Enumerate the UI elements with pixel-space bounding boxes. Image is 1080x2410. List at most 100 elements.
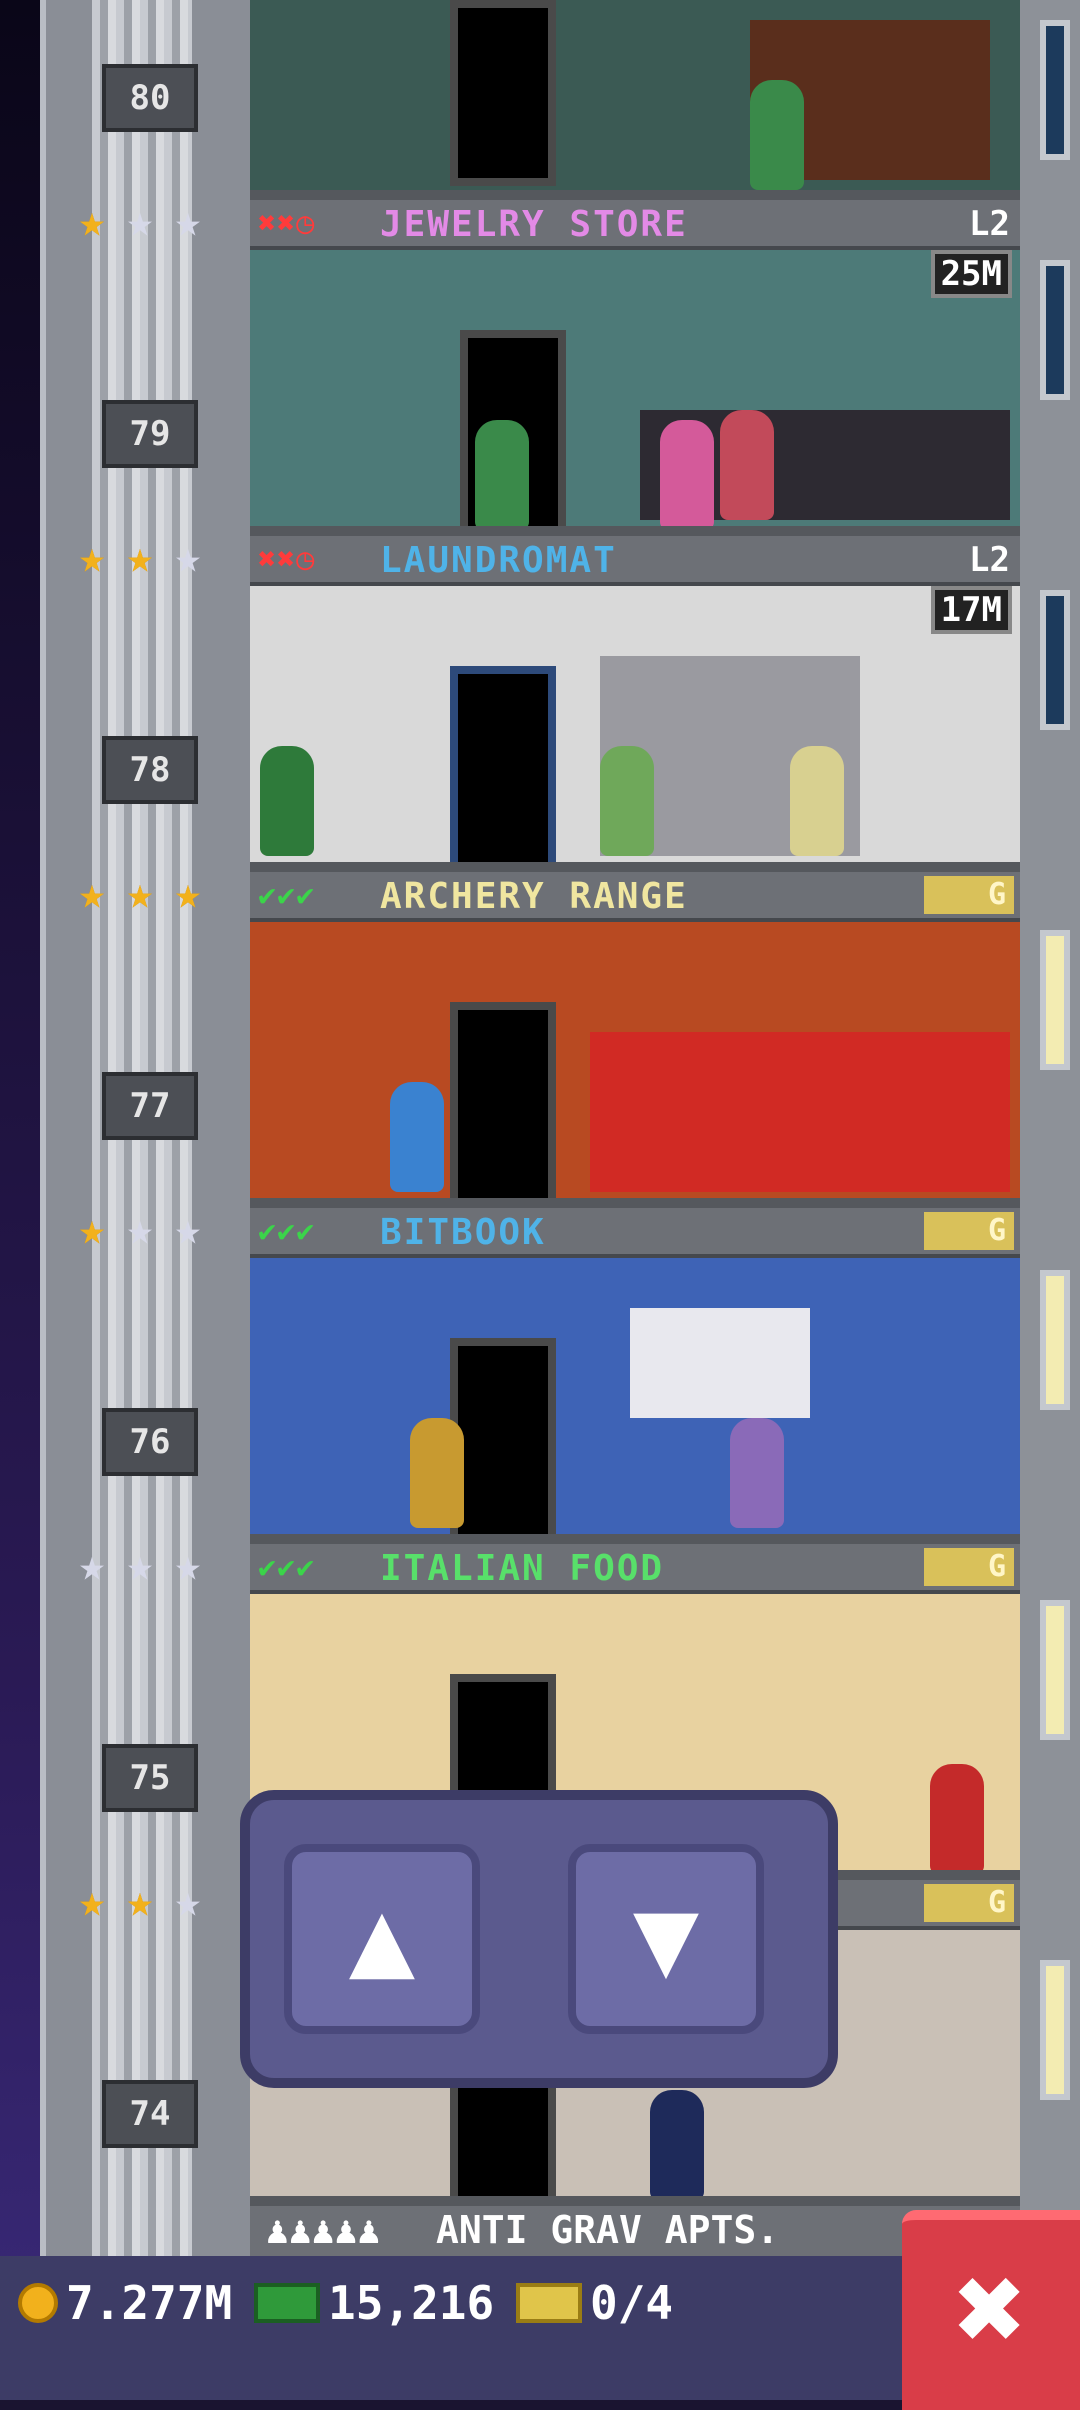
coins-value: 7.277M <box>66 2276 233 2330</box>
floor-name: JEWELRY STORE <box>380 204 688 245</box>
floor-level: L2 <box>969 540 1010 580</box>
floor-laundromat[interactable]: ✖✖◷ LAUNDROMAT L2 17M <box>250 536 1020 872</box>
window-lit <box>1040 1600 1070 1740</box>
bux-value: 15,216 <box>328 2276 495 2330</box>
gold-star-icon: ★ <box>78 1876 106 1927</box>
stock-status: ✖✖◷ <box>258 206 316 241</box>
window <box>1040 260 1070 400</box>
silver-star-icon: ★ <box>126 1540 154 1591</box>
gold-floor-badge: G <box>924 1548 1014 1586</box>
silver-star-icon: ★ <box>126 196 154 247</box>
floor-number: 79 <box>102 400 198 468</box>
tickets-value: 0/4 <box>590 2276 674 2330</box>
bitizen <box>600 746 654 856</box>
silver-star-icon: ★ <box>174 196 202 247</box>
bitizen <box>930 1764 984 1870</box>
window-lit <box>1040 930 1070 1070</box>
floor-jewelry-store[interactable]: ✖✖◷ JEWELRY STORE L2 25M <box>250 200 1020 536</box>
window <box>1040 590 1070 730</box>
tower-bux-icon <box>254 2283 320 2323</box>
floor-80-room[interactable] <box>250 0 1020 200</box>
tickets-display: 0/4 <box>516 2276 673 2330</box>
floor-header: ✖✖◷ LAUNDROMAT L2 <box>250 536 1020 586</box>
gold-star-icon: ★ <box>126 532 154 583</box>
floor-number: 75 <box>102 1744 198 1812</box>
star-rating: ★ ★ ★ <box>70 200 210 244</box>
floor-name: BITBOOK <box>380 1212 546 1253</box>
elevator-controls: ▲ ▼ <box>240 1790 838 2088</box>
floor-level: L2 <box>969 204 1010 244</box>
window-lit <box>1040 1270 1070 1410</box>
floor-bitbook[interactable]: ✔✔✔ BITBOOK G <box>250 1208 1020 1544</box>
bitizen <box>650 2090 704 2196</box>
gold-floor-badge: G <box>924 1884 1014 1922</box>
floor-number: 78 <box>102 736 198 804</box>
gold-floor-badge: G <box>924 876 1014 914</box>
elevator-rail <box>92 0 192 2400</box>
residents-icon: ♟♟♟♟♟ <box>266 2208 381 2252</box>
gold-star-icon: ★ <box>78 1204 106 1255</box>
stock-status: ✔✔✔ <box>258 1550 316 1585</box>
elevator-down-button[interactable]: ▼ <box>568 1844 764 2034</box>
star-rating: ★ ★ ★ <box>70 1208 210 1252</box>
gold-star-icon: ★ <box>78 196 106 247</box>
floor-number: 80 <box>102 64 198 132</box>
floor-name: LAUNDROMAT <box>380 540 617 581</box>
gold-star-icon: ★ <box>78 532 106 583</box>
silver-star-icon: ★ <box>174 1204 202 1255</box>
window <box>1040 20 1070 160</box>
silver-star-icon: ★ <box>78 1540 106 1591</box>
silver-star-icon: ★ <box>174 1540 202 1591</box>
bitizen <box>410 1418 464 1528</box>
floor-door <box>450 1002 556 1198</box>
archery-targets <box>590 1032 1010 1192</box>
bitizen <box>750 80 804 190</box>
gold-star-icon: ★ <box>174 868 202 919</box>
floor-number: 74 <box>102 2080 198 2148</box>
silver-star-icon: ★ <box>174 1876 202 1927</box>
silver-star-icon: ★ <box>126 1204 154 1255</box>
gold-star-icon: ★ <box>126 868 154 919</box>
floor-header: ✔✔✔ BITBOOK G <box>250 1208 1020 1258</box>
floor-number: 77 <box>102 1072 198 1140</box>
bitizen <box>390 1082 444 1192</box>
stock-status: ✔✔✔ <box>258 878 316 913</box>
star-rating: ★ ★ ★ <box>70 536 210 580</box>
gold-floor-badge: G <box>924 1212 1014 1250</box>
bitizen <box>260 746 314 856</box>
restock-timer: 17M <box>930 586 1012 634</box>
coin-icon <box>18 2283 58 2323</box>
bitizen <box>730 1418 784 1528</box>
bitizen <box>660 420 714 526</box>
bux-display: 15,216 <box>254 2276 494 2330</box>
floor-header: ✔✔✔ ITALIAN FOOD G <box>250 1544 1020 1594</box>
star-rating: ★ ★ ★ <box>70 1880 210 1924</box>
floor-name: ITALIAN FOOD <box>380 1548 665 1589</box>
close-button[interactable]: ✖ <box>902 2210 1080 2410</box>
gold-star-icon: ★ <box>126 1876 154 1927</box>
bitizen <box>720 410 774 520</box>
stock-status: ✖✖◷ <box>258 542 316 577</box>
floor-door <box>450 0 556 186</box>
golden-ticket-icon <box>516 2283 582 2323</box>
floor-name: ANTI GRAV APTS. <box>436 2208 780 2252</box>
space-background <box>0 0 40 2400</box>
stock-status: ✔✔✔ <box>258 1214 316 1249</box>
window-lit <box>1040 1960 1070 2100</box>
floor-door <box>450 666 556 862</box>
star-rating: ★ ★ ★ <box>70 1544 210 1588</box>
silver-star-icon: ★ <box>174 532 202 583</box>
bitizen <box>475 420 529 526</box>
coins-display: 7.277M <box>18 2276 232 2330</box>
elevator-up-button[interactable]: ▲ <box>284 1844 480 2034</box>
floor-name: ARCHERY RANGE <box>380 876 688 917</box>
floor-door <box>450 1338 556 1534</box>
bitbook-logo <box>630 1308 810 1418</box>
star-rating: ★ ★ ★ <box>70 872 210 916</box>
bitizen <box>790 746 844 856</box>
restock-timer: 25M <box>930 250 1012 298</box>
floor-archery-range[interactable]: ✔✔✔ ARCHERY RANGE G <box>250 872 1020 1208</box>
floor-header: ✔✔✔ ARCHERY RANGE G <box>250 872 1020 922</box>
floor-header: ✖✖◷ JEWELRY STORE L2 <box>250 200 1020 250</box>
gold-star-icon: ★ <box>78 868 106 919</box>
